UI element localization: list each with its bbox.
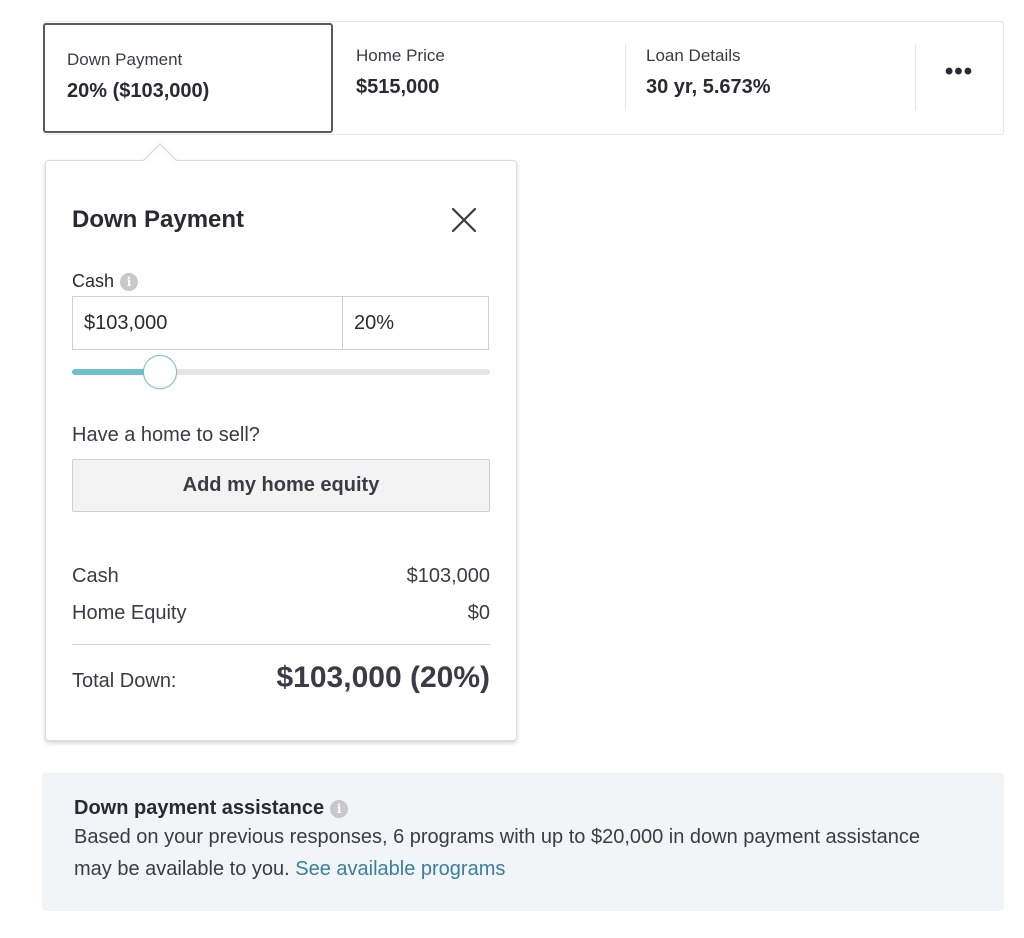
summary-divider <box>72 644 490 645</box>
slider-thumb[interactable] <box>143 355 177 389</box>
info-icon[interactable]: i <box>330 799 349 818</box>
popover-arrow-fill <box>144 145 176 161</box>
more-options-button[interactable]: ••• <box>915 22 1003 134</box>
assistance-body: Based on your previous responses, 6 prog… <box>74 821 934 885</box>
assistance-title: Down payment assistance <box>74 797 325 819</box>
loan-summary-bar: Down Payment 20% ($103,000) Home Price $… <box>43 21 1004 135</box>
tab-loan-details[interactable]: Loan Details 30 yr, 5.673% <box>624 22 915 134</box>
home-price-tab-label: Home Price <box>356 46 445 65</box>
down-payment-slider[interactable] <box>72 354 490 390</box>
loan-details-tab-label: Loan Details <box>646 46 741 65</box>
cash-amount-input[interactable] <box>72 296 343 350</box>
total-down-row: Total Down: $103,000 (20%) <box>72 661 490 695</box>
cash-summary-label: Cash <box>72 565 119 587</box>
equity-summary-value: $0 <box>467 602 490 624</box>
total-down-label: Total Down: <box>72 670 177 692</box>
down-payment-tab-value: 20% ($103,000) <box>67 80 210 102</box>
total-down-value: $103,000 (20%) <box>276 661 491 694</box>
equity-summary-row: Home Equity $0 <box>72 602 490 625</box>
popover-title: Down Payment <box>72 206 245 233</box>
add-home-equity-button[interactable]: Add my home equity <box>72 459 490 512</box>
tab-home-price[interactable]: Home Price $515,000 <box>333 22 624 134</box>
tab-down-payment[interactable]: Down Payment 20% ($103,000) <box>43 23 333 133</box>
ellipsis-icon: ••• <box>944 58 974 85</box>
down-payment-assistance-callout: Down payment assistance i Based on your … <box>42 773 1004 911</box>
equity-summary-label: Home Equity <box>72 602 187 624</box>
home-to-sell-question: Have a home to sell? <box>72 424 260 446</box>
home-price-tab-value: $515,000 <box>356 76 440 98</box>
cash-percent-input[interactable] <box>343 296 489 350</box>
cash-label: Cash <box>72 271 115 291</box>
down-payment-popover: Down Payment Cash i Have a home to sell?… <box>45 160 517 741</box>
close-button[interactable] <box>448 204 480 236</box>
close-icon <box>451 207 477 233</box>
cash-summary-value: $103,000 <box>406 565 490 587</box>
down-payment-tab-label: Down Payment <box>67 50 183 69</box>
see-available-programs-link[interactable]: See available programs <box>295 858 505 880</box>
cash-inputs <box>72 296 489 350</box>
cash-summary-row: Cash $103,000 <box>72 565 490 588</box>
assistance-title-row: Down payment assistance i <box>74 797 1004 820</box>
cash-label-row: Cash i <box>72 271 139 292</box>
loan-details-tab-value: 30 yr, 5.673% <box>646 76 771 98</box>
info-icon[interactable]: i <box>120 272 139 291</box>
